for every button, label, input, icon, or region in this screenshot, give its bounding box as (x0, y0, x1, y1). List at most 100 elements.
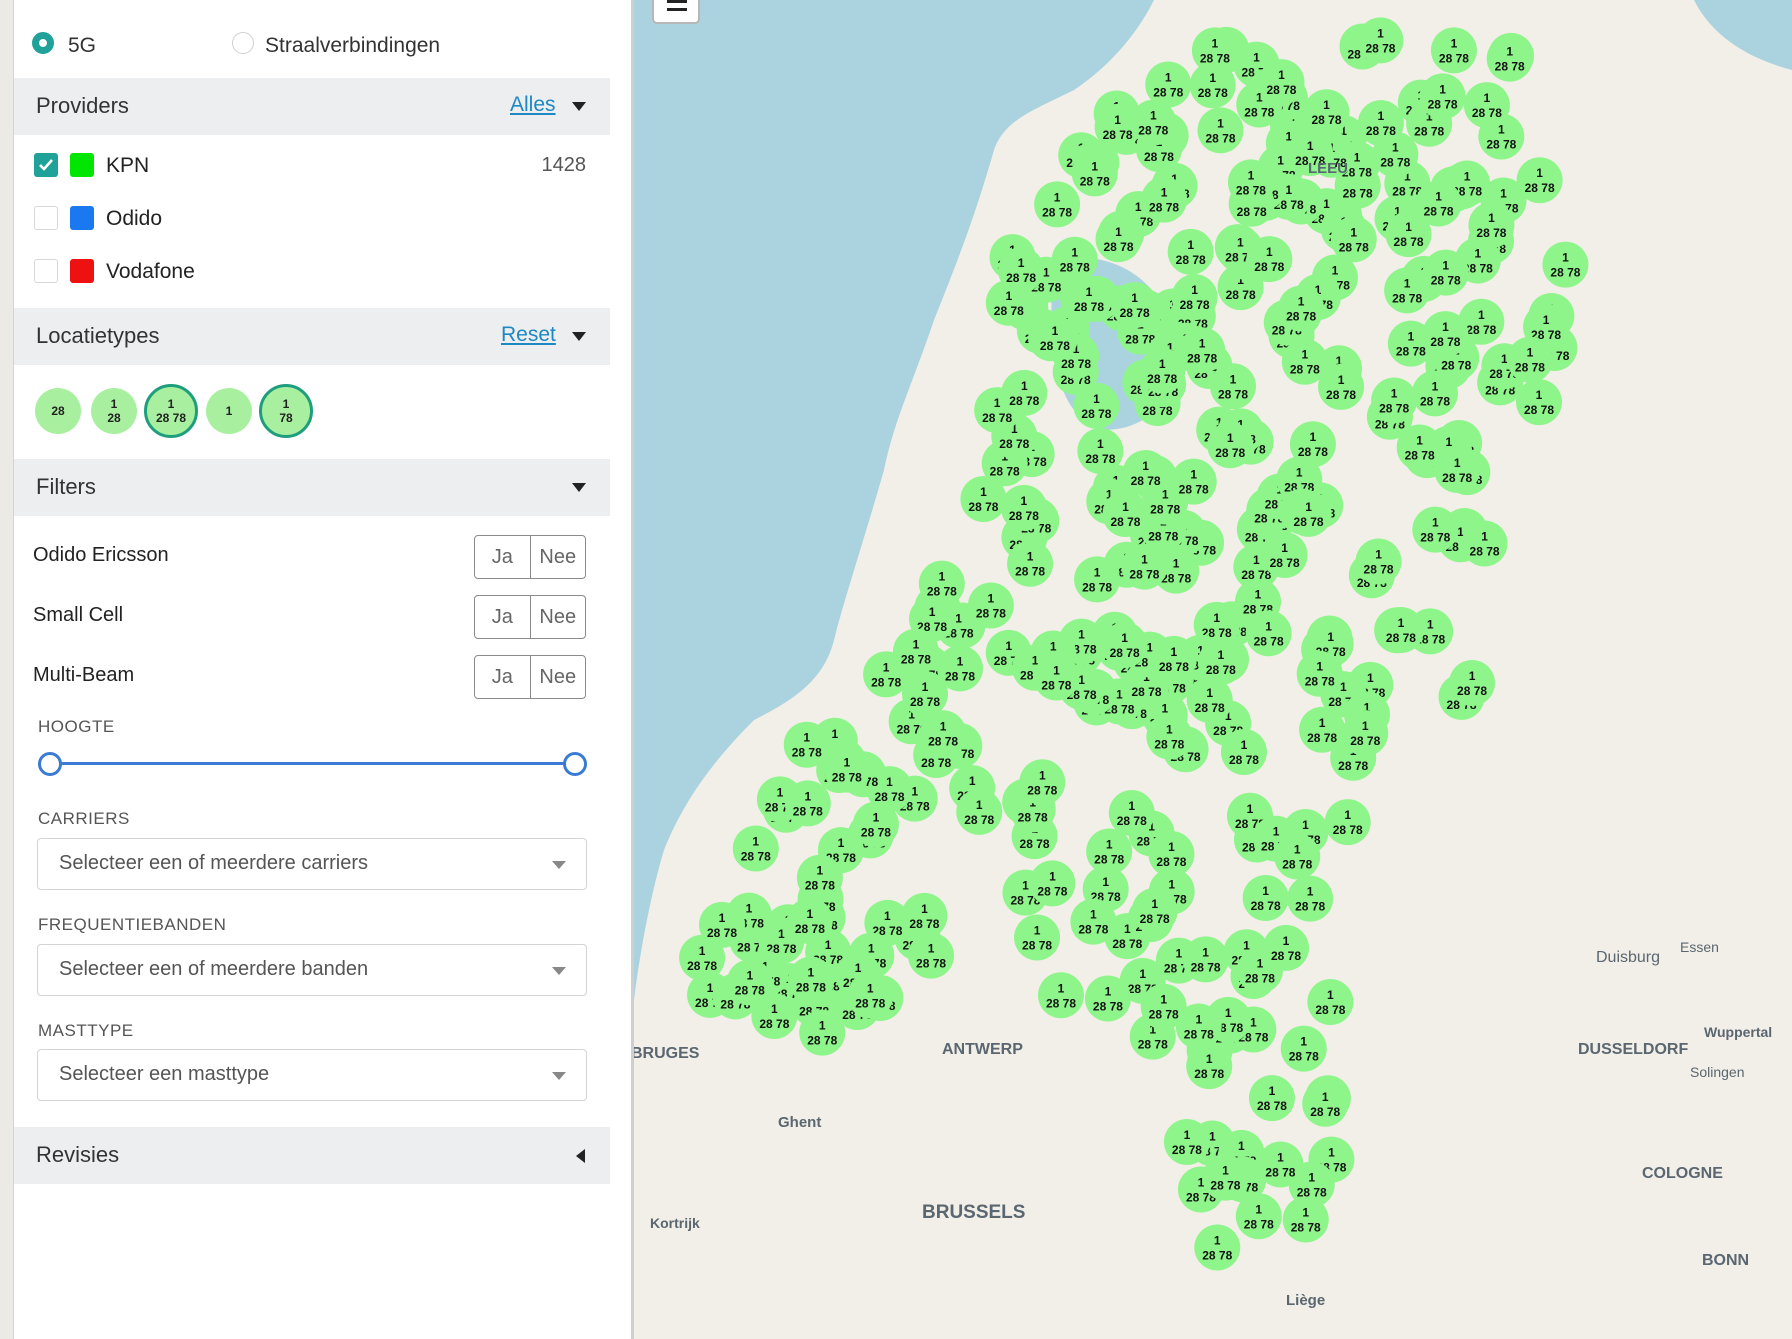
cluster-marker[interactable]: 128 78 (1422, 311, 1469, 358)
cluster-marker[interactable]: 128 78 (901, 892, 948, 939)
cluster-marker[interactable]: 128 78 (1324, 799, 1371, 846)
cluster-marker[interactable]: 128 78 (1355, 538, 1402, 585)
map-view[interactable]: 128 78128 78128 78128 78128 78128 78128 … (634, 0, 1792, 1339)
chevron-left-icon[interactable] (576, 1149, 585, 1163)
provider-item-kpn[interactable]: KPN 1428 (14, 141, 610, 191)
cluster-marker[interactable]: 128 78 (1411, 370, 1458, 417)
cluster-marker[interactable]: 128 78 (1209, 363, 1256, 410)
filters-header[interactable]: Filters (14, 459, 610, 516)
cluster-marker[interactable]: 128 78 (1396, 424, 1443, 471)
chevron-down-icon[interactable] (572, 332, 586, 341)
cluster-marker[interactable]: 128 78 (1245, 610, 1292, 657)
cluster-marker[interactable]: 128 78 (1000, 484, 1047, 531)
cluster-marker[interactable]: 128 78 (998, 247, 1045, 294)
cluster-marker[interactable]: 128 78 (847, 972, 894, 1019)
cluster-marker[interactable]: 128 78 (908, 932, 955, 979)
cluster-marker[interactable]: 128 78 (1074, 556, 1121, 603)
cluster-marker[interactable]: 128 78 (1542, 241, 1589, 288)
cluster-marker[interactable]: 128 78 (1141, 176, 1188, 223)
cluster-marker[interactable]: 128 78 (1071, 150, 1118, 197)
cluster-marker[interactable]: 128 78 (796, 854, 843, 901)
cluster-marker[interactable]: 128 78 (1516, 157, 1563, 204)
cluster-marker[interactable]: 128 78 (1122, 450, 1169, 497)
cluster-marker[interactable]: 128 78 (937, 645, 984, 692)
chevron-down-icon[interactable] (572, 102, 586, 111)
cluster-marker[interactable]: 128 78 (1278, 285, 1325, 332)
cluster-marker[interactable]: 128 78 (1033, 654, 1080, 701)
vodafone-checkbox[interactable] (34, 259, 58, 283)
cluster-marker[interactable]: 128 78 (1197, 639, 1244, 686)
cluster-marker[interactable]: 128 78 (1019, 759, 1066, 806)
cluster-marker[interactable]: 128 78 (1246, 236, 1293, 283)
providers-all-link[interactable]: Alles (510, 93, 556, 117)
cluster-marker[interactable]: 128 78 (1303, 89, 1350, 136)
cluster-marker[interactable]: 128 78 (1029, 860, 1076, 907)
cluster-marker[interactable]: 128 78 (1248, 1075, 1295, 1122)
cluster-marker[interactable]: 128 78 (1170, 458, 1217, 505)
cluster-marker[interactable]: 128 78 (1357, 17, 1404, 64)
cluster-marker[interactable]: 128 78 (1108, 790, 1155, 837)
cluster-marker[interactable]: 128 78 (787, 956, 834, 1003)
cluster-marker[interactable]: 128 78 (920, 710, 967, 757)
cluster-marker[interactable]: 128 78 (1430, 27, 1477, 74)
locatietype-option[interactable]: 28 (35, 388, 81, 434)
cluster-marker[interactable]: 128 78 (726, 959, 773, 1006)
cluster-marker[interactable]: 128 78 (1274, 833, 1321, 880)
revisies-header[interactable]: Revisies (14, 1127, 610, 1184)
cluster-marker[interactable]: 128 78 (1191, 27, 1238, 74)
cluster-marker[interactable]: 128 78 (1486, 35, 1533, 82)
cluster-marker[interactable]: 128 78 (1449, 659, 1496, 706)
cluster-marker[interactable]: 128 78 (1289, 421, 1336, 468)
locatietypes-reset-link[interactable]: Reset (501, 323, 556, 347)
cluster-marker[interactable]: 128 78 (1037, 972, 1084, 1019)
cluster-marker[interactable]: 128 78 (1261, 532, 1308, 579)
cluster-marker[interactable]: 128 78 (1131, 887, 1178, 934)
yes-button[interactable]: Ja (475, 656, 531, 698)
cluster-marker[interactable]: 128 78 (1422, 249, 1469, 296)
cluster-marker[interactable]: 128 78 (1506, 336, 1553, 383)
cluster-marker[interactable]: 128 78 (1516, 379, 1563, 426)
no-button[interactable]: Nee (531, 536, 586, 578)
frequentiebanden-select[interactable]: Selecteer een of meerdere banden (37, 944, 587, 996)
cluster-marker[interactable]: 128 78 (1150, 635, 1197, 682)
cluster-marker[interactable]: 128 78 (1171, 274, 1218, 321)
cluster-marker[interactable]: 128 78 (1415, 180, 1462, 227)
cluster-marker[interactable]: 128 78 (1130, 99, 1177, 146)
cluster-marker[interactable]: 128 78 (1084, 975, 1131, 1022)
cluster-marker[interactable]: 128 78 (1299, 706, 1346, 753)
cluster-marker[interactable]: 128 78 (1461, 520, 1508, 567)
yes-button[interactable]: Ja (475, 536, 531, 578)
cluster-marker[interactable]: 128 78 (1073, 382, 1120, 429)
yes-button[interactable]: Ja (475, 596, 531, 638)
cluster-marker[interactable]: 128 78 (784, 780, 831, 827)
cluster-marker[interactable]: 128 78 (732, 825, 779, 872)
cluster-marker[interactable]: 128 78 (1377, 607, 1424, 654)
odido-checkbox[interactable] (34, 206, 58, 230)
cluster-marker[interactable]: 128 78 (1095, 216, 1142, 263)
cluster-marker[interactable]: 128 78 (1280, 1025, 1327, 1072)
cluster-marker[interactable]: 128 78 (1242, 874, 1289, 921)
cluster-marker[interactable]: 128 78 (1307, 978, 1354, 1025)
cluster-marker[interactable]: 128 78 (967, 582, 1014, 629)
cluster-marker[interactable]: 128 78 (823, 746, 870, 793)
cluster-marker[interactable]: 128 78 (1227, 159, 1274, 206)
cluster-marker[interactable]: 128 78 (1148, 831, 1195, 878)
cluster-marker[interactable]: 128 78 (1258, 59, 1305, 106)
cluster-marker[interactable]: 128 78 (1101, 622, 1148, 669)
cluster-marker[interactable]: 128 78 (1468, 202, 1515, 249)
cluster-marker[interactable]: 128 78 (1146, 713, 1193, 760)
cluster-marker[interactable]: 128 78 (799, 1009, 846, 1056)
cluster-marker[interactable]: 128 78 (1220, 728, 1267, 775)
cluster-marker[interactable]: 128 78 (1066, 276, 1113, 323)
slider-handle-max[interactable] (563, 752, 587, 776)
cluster-marker[interactable]: 128 78 (1296, 650, 1343, 697)
radio-5g[interactable] (32, 32, 54, 54)
kpn-checkbox[interactable] (34, 153, 58, 177)
hoogte-slider[interactable] (50, 762, 574, 765)
locatietype-option-selected[interactable]: 1 28 78 (144, 384, 198, 438)
cluster-marker[interactable]: 128 78 (1034, 181, 1081, 228)
cluster-marker[interactable]: 128 78 (1001, 369, 1048, 416)
cluster-marker[interactable]: 128 78 (1007, 540, 1054, 587)
cluster-marker[interactable]: 128 78 (960, 475, 1007, 522)
cluster-marker[interactable]: 128 78 (1051, 236, 1098, 283)
